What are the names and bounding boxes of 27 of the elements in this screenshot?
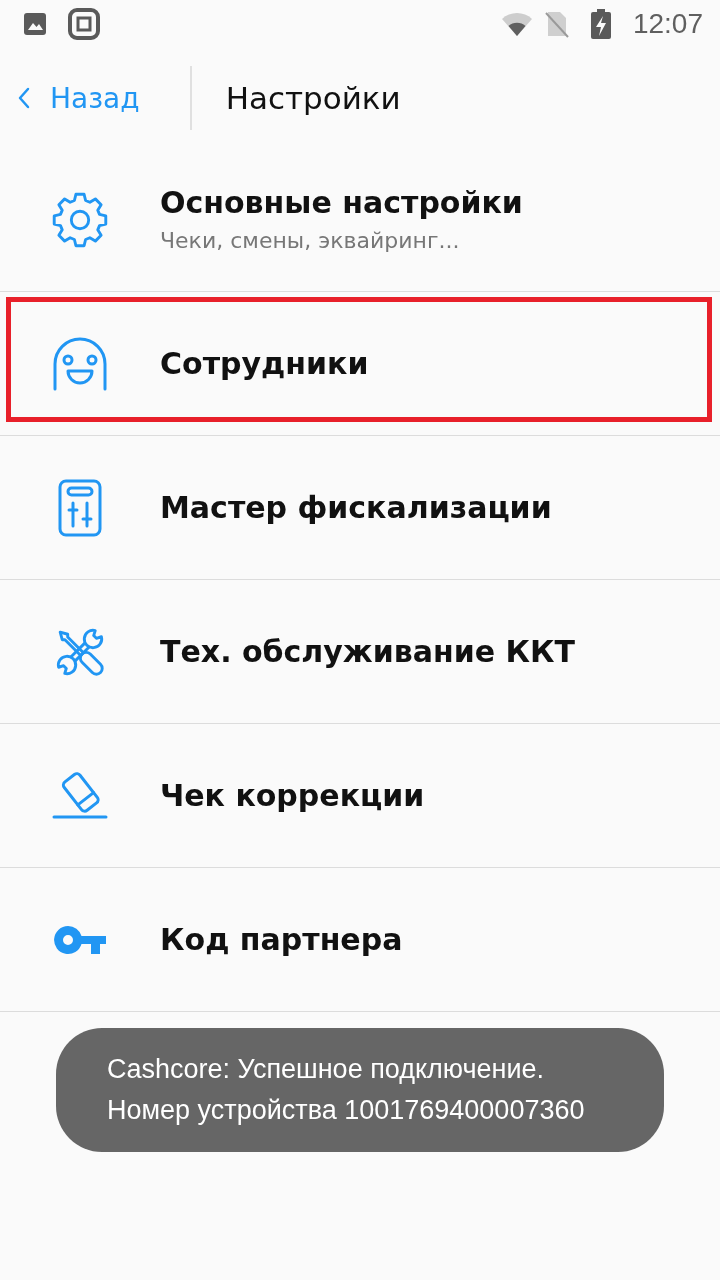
key-icon — [54, 924, 106, 955]
settings-item[interactable]: Тех. обслуживание ККТ — [0, 580, 720, 723]
no-sim-icon — [544, 10, 569, 38]
screen-title: Настройки — [225, 80, 401, 116]
settings-item[interactable]: Основные настройки Чеки, смены, эквайринг... — [0, 148, 720, 291]
image-icon — [24, 13, 46, 35]
battery-charging-icon — [590, 9, 611, 39]
item-title: Чек коррекции — [160, 776, 425, 815]
settings-item[interactable]: Мастер фискализации — [0, 436, 720, 579]
item-title: Тех. обслуживание ККТ — [160, 632, 576, 671]
settings-item[interactable]: Код партнера — [0, 868, 720, 1011]
chevron-left-icon — [18, 87, 30, 109]
gear-icon — [51, 190, 109, 249]
item-title: Основные настройки — [160, 183, 523, 222]
eraser-icon — [52, 771, 108, 820]
item-title: Сотрудники — [160, 344, 369, 383]
sliders-panel-icon — [58, 478, 102, 537]
square-in-square-icon — [68, 8, 100, 40]
item-title: Мастер фискализации — [160, 488, 552, 527]
item-subtitle: Чеки, смены, эквайринг... — [160, 226, 461, 255]
settings-item[interactable]: Сотрудники — [0, 292, 720, 435]
settings-item[interactable]: Чек коррекции — [0, 724, 720, 867]
clock-time: 12:07 — [632, 8, 703, 40]
toast-message: Cashcore: Успешное подключение. Номер устройства 1001769400007360 — [56, 1028, 664, 1152]
item-title: Код партнера — [160, 920, 403, 959]
smiling-face-icon — [52, 336, 108, 391]
wifi-icon — [500, 11, 533, 37]
